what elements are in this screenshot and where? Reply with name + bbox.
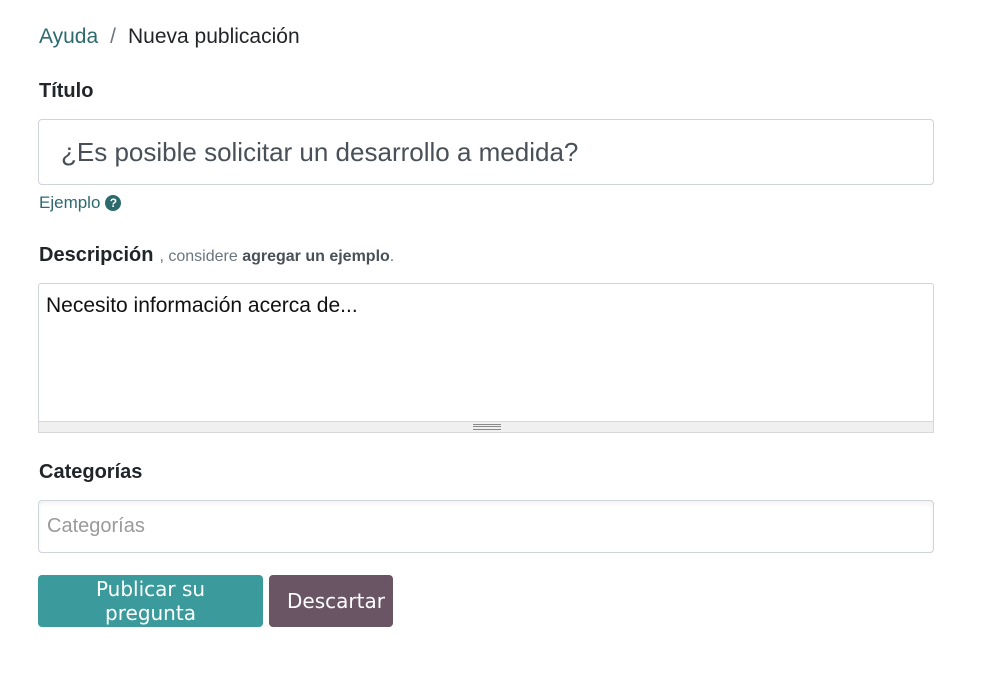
publish-question-button[interactable]: Publicar su pregunta [38, 575, 263, 627]
description-label-row: Descripción , considere agregar un ejemp… [39, 244, 394, 267]
description-hint-suffix: . [389, 248, 395, 265]
title-input[interactable] [38, 119, 934, 185]
description-hint: , considere agregar un ejemplo. [159, 248, 394, 266]
breadcrumb: Ayuda / Nueva publicación [39, 24, 300, 50]
new-post-form: Ayuda / Nueva publicación Título Ejemplo… [0, 0, 990, 676]
breadcrumb-current: Nueva publicación [128, 25, 300, 48]
breadcrumb-separator: / [110, 25, 117, 48]
discard-button[interactable]: Descartar [269, 575, 393, 627]
title-label: Título [39, 80, 94, 102]
question-circle-icon[interactable]: ? [105, 195, 122, 211]
description-hint-prefix: , considere [159, 248, 238, 265]
example-link[interactable]: Ejemplo ? [39, 193, 122, 213]
breadcrumb-link-ayuda[interactable]: Ayuda [39, 24, 98, 50]
description-textarea[interactable] [38, 283, 934, 421]
description-label: Descripción [39, 244, 154, 266]
example-link-label: Ejemplo [39, 193, 101, 212]
categories-label: Categorías [39, 461, 143, 483]
resize-grip-icon [473, 424, 501, 430]
add-example-link[interactable]: agregar un ejemplo [242, 248, 390, 265]
description-resize-handle[interactable] [38, 421, 934, 433]
categories-input[interactable] [38, 500, 934, 553]
